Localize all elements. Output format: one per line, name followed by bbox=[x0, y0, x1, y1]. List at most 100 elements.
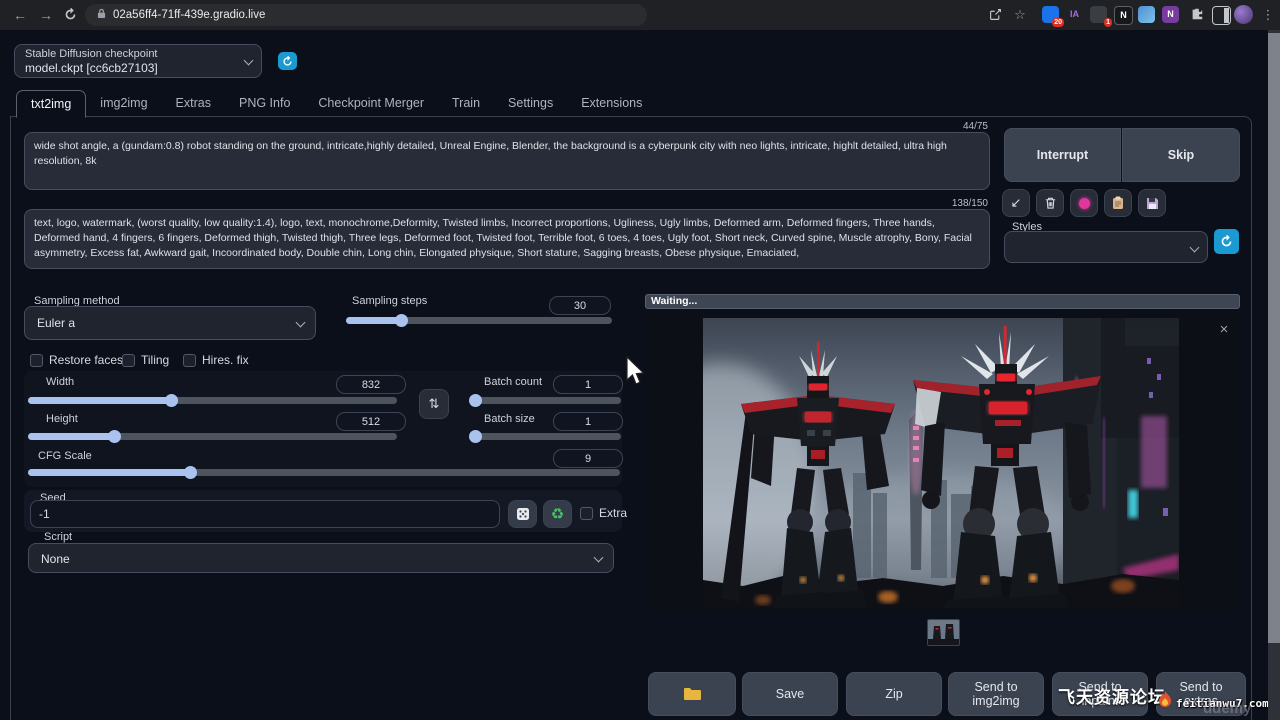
checkpoint-dropdown[interactable]: Stable Diffusion checkpoint model.ckpt [… bbox=[14, 44, 262, 78]
clear-prompt-button[interactable] bbox=[1036, 189, 1064, 217]
cfg-scale-slider[interactable] bbox=[28, 469, 620, 476]
restore-faces-label: Restore faces bbox=[49, 353, 123, 367]
generated-image[interactable] bbox=[703, 318, 1179, 608]
sampling-steps-slider[interactable] bbox=[346, 317, 612, 324]
ext-notion-icon[interactable]: N bbox=[1114, 6, 1133, 25]
ext-image-icon[interactable] bbox=[1138, 6, 1155, 23]
tab-checkpoint-merger[interactable]: Checkpoint Merger bbox=[304, 90, 438, 116]
hires-fix-checkbox[interactable]: Hires. fix bbox=[183, 353, 249, 367]
scrollbar-thumb[interactable] bbox=[1268, 33, 1280, 643]
profile-avatar[interactable] bbox=[1234, 5, 1253, 24]
extra-networks-button[interactable] bbox=[1070, 189, 1098, 217]
gallery-thumbnail[interactable] bbox=[927, 619, 960, 646]
extra-label: Extra bbox=[599, 506, 627, 520]
progress-bar: Waiting... bbox=[645, 294, 1240, 309]
tab-extras[interactable]: Extras bbox=[162, 90, 225, 116]
screenshot-badge: 1 bbox=[1104, 18, 1112, 27]
forward-icon[interactable]: → bbox=[36, 5, 56, 25]
dice-icon bbox=[516, 507, 530, 521]
recycle-icon: ♻ bbox=[551, 505, 564, 523]
batch-count-input[interactable]: 1 bbox=[553, 375, 623, 394]
paste-generation-params-button[interactable]: ↙ bbox=[1002, 189, 1030, 217]
tab-extensions[interactable]: Extensions bbox=[567, 90, 656, 116]
batch-count-label: Batch count bbox=[484, 376, 542, 388]
open-folder-button[interactable] bbox=[648, 672, 736, 716]
lock-icon bbox=[97, 6, 106, 24]
prompt-textarea[interactable]: wide shot angle, a (gundam:0.8) robot st… bbox=[24, 132, 990, 190]
height-label: Height bbox=[46, 413, 78, 425]
ext-screenshot-icon[interactable]: 1 bbox=[1090, 6, 1107, 23]
mouse-cursor bbox=[626, 356, 648, 393]
ext-ia-icon[interactable]: IA bbox=[1066, 6, 1083, 23]
script-label: Script bbox=[44, 531, 72, 543]
width-input[interactable]: 832 bbox=[336, 375, 406, 394]
sampling-steps-input[interactable]: 30 bbox=[549, 296, 611, 315]
sampling-method-value: Euler a bbox=[37, 316, 75, 330]
refresh-checkpoint-button[interactable] bbox=[278, 52, 297, 70]
address-bar[interactable]: 02a56ff4-71ff-439e.gradio.live bbox=[85, 4, 647, 26]
save-style-button[interactable] bbox=[1138, 189, 1166, 217]
random-seed-button[interactable] bbox=[508, 500, 537, 528]
script-dropdown[interactable]: None bbox=[28, 543, 614, 573]
checkbox-icon bbox=[30, 354, 43, 367]
script-value: None bbox=[41, 552, 70, 566]
interrupt-button[interactable]: Interrupt bbox=[1004, 128, 1121, 182]
send-to-img2img-button[interactable]: Send to img2img bbox=[948, 672, 1044, 716]
tiling-checkbox[interactable]: Tiling bbox=[122, 353, 169, 367]
width-slider[interactable] bbox=[28, 397, 397, 404]
side-panel-icon[interactable] bbox=[1212, 6, 1231, 25]
close-image-icon[interactable]: × bbox=[1214, 320, 1234, 340]
chevron-down-icon bbox=[296, 318, 306, 328]
tab-img2img[interactable]: img2img bbox=[86, 90, 161, 116]
restore-faces-checkbox[interactable]: Restore faces bbox=[30, 353, 123, 367]
reload-icon[interactable] bbox=[60, 5, 80, 25]
batch-count-slider[interactable] bbox=[470, 397, 621, 404]
watermark-flame-icon bbox=[1156, 690, 1174, 715]
negative-token-counter: 138/150 bbox=[800, 198, 988, 209]
ext-pin-icon[interactable]: 20 bbox=[1042, 6, 1059, 23]
cfg-scale-label: CFG Scale bbox=[38, 450, 92, 462]
share-icon[interactable] bbox=[985, 5, 1005, 25]
extensions-puzzle-icon[interactable] bbox=[1188, 6, 1205, 23]
arrow-down-left-icon: ↙ bbox=[1011, 195, 1022, 211]
apply-styles-button[interactable] bbox=[1104, 189, 1132, 217]
tab-settings[interactable]: Settings bbox=[494, 90, 567, 116]
tab-txt2img[interactable]: txt2img bbox=[16, 90, 86, 118]
page-scrollbar bbox=[1268, 30, 1280, 720]
height-input[interactable]: 512 bbox=[336, 412, 406, 431]
floppy-disk-icon bbox=[1146, 197, 1159, 210]
seed-input[interactable]: -1 bbox=[30, 500, 500, 528]
zip-button[interactable]: Zip bbox=[846, 672, 942, 716]
bookmark-star-icon[interactable]: ☆ bbox=[1010, 5, 1030, 25]
reuse-seed-button[interactable]: ♻ bbox=[543, 500, 572, 528]
skip-button[interactable]: Skip bbox=[1122, 128, 1240, 182]
watermark-cjk-text: 飞天资源论坛 bbox=[1058, 683, 1166, 708]
width-label: Width bbox=[46, 376, 74, 388]
back-icon[interactable]: ← bbox=[10, 5, 30, 25]
sampling-method-dropdown[interactable]: Euler a bbox=[24, 306, 316, 340]
batch-size-input[interactable]: 1 bbox=[553, 412, 623, 431]
batch-size-label: Batch size bbox=[484, 413, 535, 425]
tab-train[interactable]: Train bbox=[438, 90, 494, 116]
chevron-down-icon bbox=[1190, 243, 1200, 253]
swap-width-height-button[interactable]: ⇅ bbox=[419, 389, 449, 419]
progress-status-text: Waiting... bbox=[646, 295, 1239, 308]
save-button[interactable]: Save bbox=[742, 672, 838, 716]
extra-seed-checkbox[interactable]: Extra bbox=[580, 506, 627, 520]
height-slider[interactable] bbox=[28, 433, 397, 440]
refresh-styles-button[interactable] bbox=[1214, 229, 1239, 254]
cfg-scale-input[interactable]: 9 bbox=[553, 449, 623, 468]
sampling-steps-label: Sampling steps bbox=[352, 295, 427, 307]
tab-png-info[interactable]: PNG Info bbox=[225, 90, 304, 116]
prompt-token-counter: 44/75 bbox=[800, 121, 988, 132]
clipboard-icon bbox=[1112, 196, 1124, 210]
stable-diffusion-webui: ← → 02a56ff4-71ff-439e.gradio.live ☆ 20 … bbox=[0, 0, 1280, 720]
ext-onenote-icon[interactable]: N bbox=[1162, 6, 1179, 23]
pin-badge: 20 bbox=[1052, 18, 1064, 27]
batch-size-slider[interactable] bbox=[470, 433, 621, 440]
negative-prompt-textarea[interactable]: text, logo, watermark, (worst quality, l… bbox=[24, 209, 990, 269]
styles-dropdown[interactable] bbox=[1004, 231, 1208, 263]
browser-menu-icon[interactable]: ⋮ bbox=[1258, 5, 1278, 25]
palette-icon bbox=[1079, 198, 1090, 209]
tiling-label: Tiling bbox=[141, 353, 169, 367]
